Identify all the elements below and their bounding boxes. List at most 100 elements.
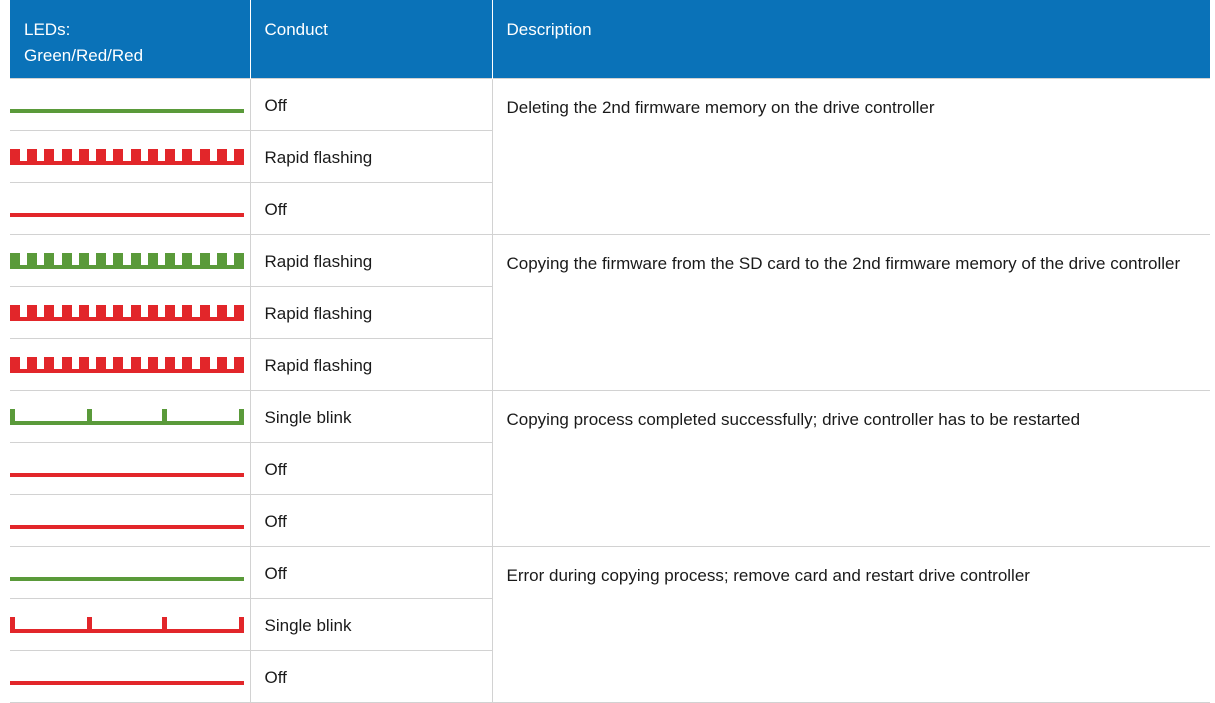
led-pattern-cell xyxy=(10,389,251,443)
led-pattern-cell xyxy=(10,337,251,391)
led-pulse xyxy=(162,616,167,633)
header-row: LEDs: Green/Red/Red Conduct Description xyxy=(10,0,1210,78)
off-green-led-pattern-icon xyxy=(10,108,244,113)
conduct-cell: Single blink xyxy=(249,597,493,651)
led-pulse xyxy=(10,616,15,633)
header-leds-line2: Green/Red/Red xyxy=(24,46,144,65)
led-pulse xyxy=(148,356,158,373)
led-pulse xyxy=(131,148,141,165)
led-pattern-cell xyxy=(10,545,251,599)
led-pulse xyxy=(182,304,192,321)
description-cell: Deleting the 2nd firmware memory on the … xyxy=(491,77,1210,235)
led-pattern-cell xyxy=(10,181,251,235)
led-pulse xyxy=(239,616,244,633)
led-pulse xyxy=(200,304,210,321)
rapid-red-led-pattern-icon xyxy=(10,304,244,321)
led-pulse xyxy=(10,408,15,425)
single-red-led-pattern-icon xyxy=(10,616,244,633)
led-baseline xyxy=(10,108,244,113)
led-baseline xyxy=(10,680,244,685)
led-pulse xyxy=(182,252,192,269)
led-pulse xyxy=(217,356,227,373)
table-body: Off Deleting the 2nd firmware memory on t… xyxy=(10,77,1210,703)
single-green-led-pattern-icon xyxy=(10,408,244,425)
conduct-cell: Rapid flashing xyxy=(249,285,493,339)
off-green-led-pattern-icon xyxy=(10,576,244,581)
table-row: Off Deleting the 2nd firmware memory on t… xyxy=(10,77,1210,235)
conduct-cell: Off xyxy=(249,545,493,599)
led-status-table: LEDs: Green/Red/Red Conduct Description … xyxy=(10,0,1210,703)
led-pulse xyxy=(217,148,227,165)
description-cell: Copying the firmware from the SD card to… xyxy=(491,233,1210,391)
header-leds-line1: LEDs: xyxy=(24,20,71,39)
conduct-cell: Off xyxy=(249,77,493,131)
led-pulse xyxy=(148,252,158,269)
table-row: Rapid flashing Copying the firmware from … xyxy=(10,233,1210,391)
led-pattern-cell xyxy=(10,441,251,495)
led-pulse xyxy=(217,252,227,269)
led-pulse xyxy=(113,252,123,269)
led-baseline xyxy=(10,472,244,477)
led-pulse xyxy=(165,304,175,321)
led-pulse xyxy=(27,356,37,373)
led-pulse xyxy=(165,148,175,165)
led-pulse xyxy=(62,148,72,165)
led-pulse xyxy=(62,252,72,269)
led-pulse xyxy=(79,304,89,321)
description-cell: Copying process completed successfully; … xyxy=(491,389,1210,547)
led-pulse xyxy=(182,148,192,165)
led-baseline xyxy=(10,420,244,425)
led-pulse xyxy=(44,148,54,165)
off-red-led-pattern-icon xyxy=(10,524,244,529)
led-pattern-cell xyxy=(10,233,251,287)
conduct-cell: Rapid flashing xyxy=(249,337,493,391)
led-pulse xyxy=(234,304,244,321)
led-pulse xyxy=(87,408,92,425)
led-pulse xyxy=(217,304,227,321)
led-pulse xyxy=(234,252,244,269)
led-pulse xyxy=(234,356,244,373)
led-pulse xyxy=(131,304,141,321)
led-pulse xyxy=(96,148,106,165)
off-red-led-pattern-icon xyxy=(10,472,244,477)
rapid-red-led-pattern-icon xyxy=(10,148,244,165)
led-pulse xyxy=(113,148,123,165)
led-baseline xyxy=(10,576,244,581)
led-pattern-cell xyxy=(10,77,251,131)
off-red-led-pattern-icon xyxy=(10,680,244,685)
led-pulse xyxy=(79,356,89,373)
led-pulse xyxy=(96,252,106,269)
led-pulse xyxy=(44,304,54,321)
led-baseline xyxy=(10,524,244,529)
led-pulse xyxy=(200,356,210,373)
conduct-cell: Off xyxy=(249,649,493,703)
led-pulse xyxy=(200,252,210,269)
led-pulse xyxy=(165,356,175,373)
led-pulse xyxy=(182,356,192,373)
led-pulse xyxy=(62,356,72,373)
led-baseline xyxy=(10,628,244,633)
led-pulse xyxy=(27,252,37,269)
header-leds: LEDs: Green/Red/Red xyxy=(10,0,250,78)
led-pulse xyxy=(79,148,89,165)
led-pattern-cell xyxy=(10,493,251,547)
conduct-cell: Rapid flashing xyxy=(249,233,493,287)
led-pulse xyxy=(10,304,20,321)
description-cell: Error during copying process; remove car… xyxy=(491,545,1210,703)
table-row: Single blink Copying process completed su… xyxy=(10,389,1210,547)
conduct-cell: Rapid flashing xyxy=(249,129,493,183)
led-pulse xyxy=(27,304,37,321)
led-pattern-cell xyxy=(10,285,251,339)
led-pulse xyxy=(10,148,20,165)
header-description: Description xyxy=(491,0,1210,78)
led-pulse xyxy=(234,148,244,165)
rapid-green-led-pattern-icon xyxy=(10,252,244,269)
off-red-led-pattern-icon xyxy=(10,212,244,217)
led-pulse xyxy=(10,252,20,269)
led-pulse xyxy=(27,148,37,165)
conduct-cell: Off xyxy=(249,441,493,495)
led-pulse xyxy=(165,252,175,269)
led-pulse xyxy=(44,252,54,269)
conduct-cell: Off xyxy=(249,181,493,235)
led-pulse xyxy=(79,252,89,269)
